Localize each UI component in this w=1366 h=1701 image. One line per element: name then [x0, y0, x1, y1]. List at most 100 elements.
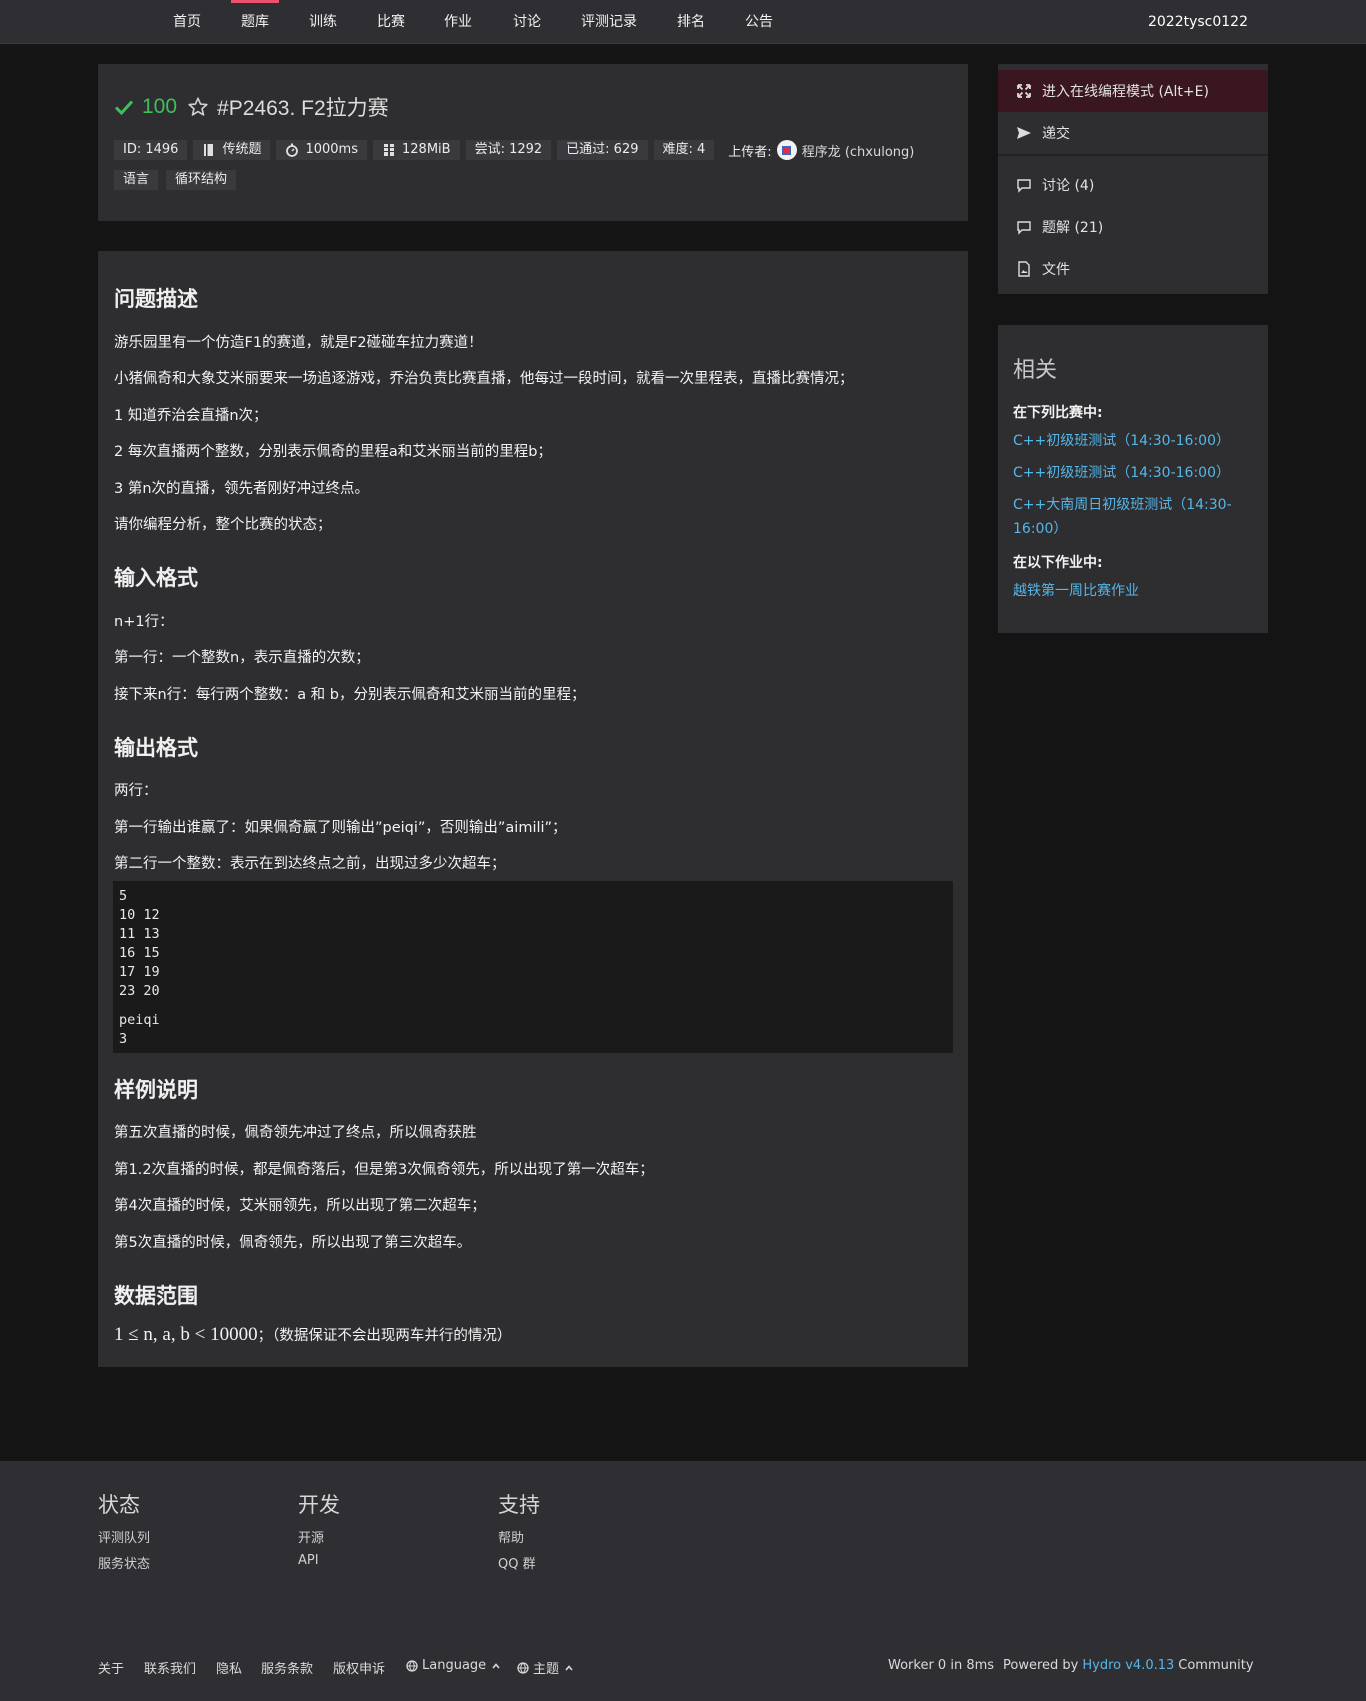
tried-count-badge: 尝试: 1292	[465, 140, 552, 160]
problem-content: 问题描述 游乐园里有一个仿造F1的赛道，就是F2碰碰车拉力赛道！ 小猪佩奇和大象…	[98, 251, 968, 1367]
nav-contest[interactable]: 比赛	[367, 0, 415, 44]
nav-homework[interactable]: 作业	[434, 0, 482, 44]
footer: 状态 评测队列 服务状态 开发 开源 API 支持 帮助 QQ 群 关于 联系我…	[0, 1461, 1366, 1701]
user-menu[interactable]: 2022tysc0122	[1148, 0, 1248, 44]
memory-icon	[384, 144, 394, 156]
globe-icon	[517, 1661, 529, 1674]
files-link[interactable]: 文件	[998, 248, 1268, 290]
uploader-link[interactable]: 程序龙 (chxulong)	[802, 141, 915, 160]
divider	[998, 154, 1268, 156]
worker-status: Worker 0 in 8ms	[888, 1658, 995, 1673]
hydro-link[interactable]: Hydro v4.0.13	[1082, 1658, 1174, 1673]
nav-discussion[interactable]: 讨论	[503, 0, 551, 44]
footer-link-copyright[interactable]: 版权申诉	[333, 1658, 385, 1677]
file-image-icon	[1018, 261, 1030, 277]
problem-type-badge: 传统题	[193, 140, 271, 160]
chevron-up-icon	[565, 1664, 573, 1671]
paragraph: 1 知道乔治会直播n次；	[114, 408, 268, 424]
range-formula: 1 ≤ n, a, b < 10000	[114, 1324, 258, 1345]
paragraph: 接下来n行：每行两个整数：a 和 b，分别表示佩奇和艾米丽当前的里程；	[114, 687, 586, 703]
comment-icon	[1017, 179, 1031, 193]
problem-title: #P2463. F2拉力赛	[217, 97, 389, 120]
powered-by: Powered by Hydro v4.0.13 Community	[1003, 1658, 1254, 1673]
send-icon	[1017, 127, 1031, 139]
theme-selector[interactable]: 主题	[517, 1658, 575, 1677]
footer-link-privacy[interactable]: 隐私	[216, 1658, 242, 1677]
memory-limit-badge: 128MiB	[373, 140, 460, 160]
footer-link-help[interactable]: 帮助	[498, 1527, 524, 1546]
discussion-link[interactable]: 讨论 (4)	[998, 164, 1268, 206]
contests-label: 在下列比赛中:	[1013, 405, 1103, 421]
problem-score: 100	[142, 95, 178, 118]
nav-records[interactable]: 评测记录	[571, 0, 647, 44]
paragraph: 游乐园里有一个仿造F1的赛道，就是F2碰碰车拉力赛道！	[114, 335, 483, 351]
nav-home[interactable]: 首页	[163, 0, 211, 44]
paragraph: 第1.2次直播的时候，都是佩奇落后，但是第3次佩奇领先，所以出现了第一次超车；	[114, 1162, 654, 1178]
comment-icon	[1017, 221, 1031, 235]
passed-count-badge: 已通过: 629	[557, 140, 648, 160]
footer-heading-dev: 开发	[298, 1494, 340, 1517]
book-icon	[204, 144, 214, 156]
uploader: 上传者: 程序龙 (chxulong)	[728, 140, 914, 160]
paragraph: 第一行：一个整数n，表示直播的次数；	[114, 650, 370, 666]
top-nav: 首页 题库 训练 比赛 作业 讨论 评测记录 排名 公告 2022tysc012…	[0, 0, 1366, 44]
paragraph: 第一行输出谁赢了：如果佩奇赢了则输出”peiqi”，否则输出”aimili”；	[114, 820, 567, 836]
section-heading-description: 问题描述	[114, 287, 198, 311]
solutions-link[interactable]: 题解 (21)	[998, 206, 1268, 248]
time-limit-badge: 1000ms	[276, 140, 367, 160]
footer-heading-status: 状态	[98, 1494, 140, 1517]
problem-id-badge: ID: 1496	[114, 140, 188, 160]
sample-code-block[interactable]: 5 10 12 11 13 16 15 17 19 23 20 peiqi 3	[113, 881, 953, 1053]
paragraph: 3 第n次的直播，领先者刚好冲过终点。	[114, 481, 370, 497]
nav-ranking[interactable]: 排名	[667, 0, 715, 44]
star-icon[interactable]	[187, 96, 209, 118]
check-icon	[114, 100, 134, 116]
paragraph: n+1行：	[114, 614, 174, 630]
problem-header: 100 #P2463. F2拉力赛 ID: 1496 传统题 1000ms 12…	[98, 64, 968, 221]
sample-input: 5 10 12 11 13 16 15 17 19 23 20	[119, 888, 160, 999]
footer-link-service-status[interactable]: 服务状态	[98, 1553, 150, 1572]
homework-label: 在以下作业中:	[1013, 555, 1103, 571]
problem-tag[interactable]: 循环结构	[166, 170, 237, 190]
footer-link-about[interactable]: 关于	[98, 1658, 124, 1677]
expand-icon	[1017, 84, 1031, 98]
footer-heading-support: 支持	[498, 1494, 540, 1517]
nav-problems[interactable]: 题库	[231, 0, 279, 44]
section-heading-explain: 样例说明	[114, 1078, 198, 1102]
sample-output: peiqi 3	[119, 1012, 160, 1047]
homework-link[interactable]: 越铁第一周比赛作业	[1013, 579, 1243, 603]
footer-link-judge-queue[interactable]: 评测队列	[98, 1527, 150, 1546]
contest-link[interactable]: C++初级班测试（14:30-16:00）	[1013, 429, 1243, 453]
paragraph: 请你编程分析，整个比赛的状态；	[114, 517, 332, 533]
data-range: 1 ≤ n, a, b < 10000；（数据保证不会出现两车并行的情况）	[114, 1324, 512, 1345]
difficulty-badge: 难度: 4	[653, 140, 715, 160]
section-heading-range: 数据范围	[114, 1284, 198, 1308]
section-heading-input: 输入格式	[114, 566, 198, 590]
paragraph: 小猪佩奇和大象艾米丽要来一场追逐游戏，乔治负责比赛直播，他每过一段时间，就看一次…	[114, 371, 854, 387]
footer-link-contact[interactable]: 联系我们	[144, 1658, 196, 1677]
footer-link-terms[interactable]: 服务条款	[261, 1658, 313, 1677]
avatar[interactable]	[776, 140, 797, 160]
related-title: 相关	[1013, 357, 1058, 382]
paragraph: 第5次直播的时候，佩奇领先，所以出现了第三次超车。	[114, 1235, 472, 1251]
footer-link-qq-group[interactable]: QQ 群	[498, 1553, 536, 1572]
related-panel: 相关 在下列比赛中: C++初级班测试（14:30-16:00） C++初级班测…	[998, 325, 1268, 633]
contest-link[interactable]: C++初级班测试（14:30-16:00）	[1013, 461, 1243, 485]
footer-link-opensource[interactable]: 开源	[298, 1527, 324, 1546]
section-heading-output: 输出格式	[114, 736, 198, 760]
online-ide-button[interactable]: 进入在线编程模式 (Alt+E)	[998, 70, 1268, 112]
contest-link[interactable]: C++大南周日初级班测试（14:30-16:00）	[1013, 493, 1243, 541]
language-selector[interactable]: Language	[406, 1658, 502, 1673]
chevron-up-icon	[492, 1662, 500, 1669]
paragraph: 第五次直播的时候，佩奇领先冲过了终点，所以佩奇获胜	[114, 1125, 477, 1141]
submit-button[interactable]: 递交	[998, 112, 1268, 154]
nav-announcement[interactable]: 公告	[735, 0, 783, 44]
paragraph: 第二行一个整数：表示在到达终点之前，出现过多少次超车；	[114, 856, 506, 872]
problem-actions: 进入在线编程模式 (Alt+E) 递交 讨论 (4) 题解 (21) 文件	[998, 64, 1268, 294]
paragraph: 第4次直播的时候，艾米丽领先，所以出现了第二次超车；	[114, 1198, 486, 1214]
footer-link-api[interactable]: API	[298, 1553, 319, 1568]
globe-icon	[406, 1659, 418, 1672]
stopwatch-icon	[286, 143, 299, 157]
problem-tag[interactable]: 语言	[114, 170, 159, 190]
nav-training[interactable]: 训练	[299, 0, 347, 44]
